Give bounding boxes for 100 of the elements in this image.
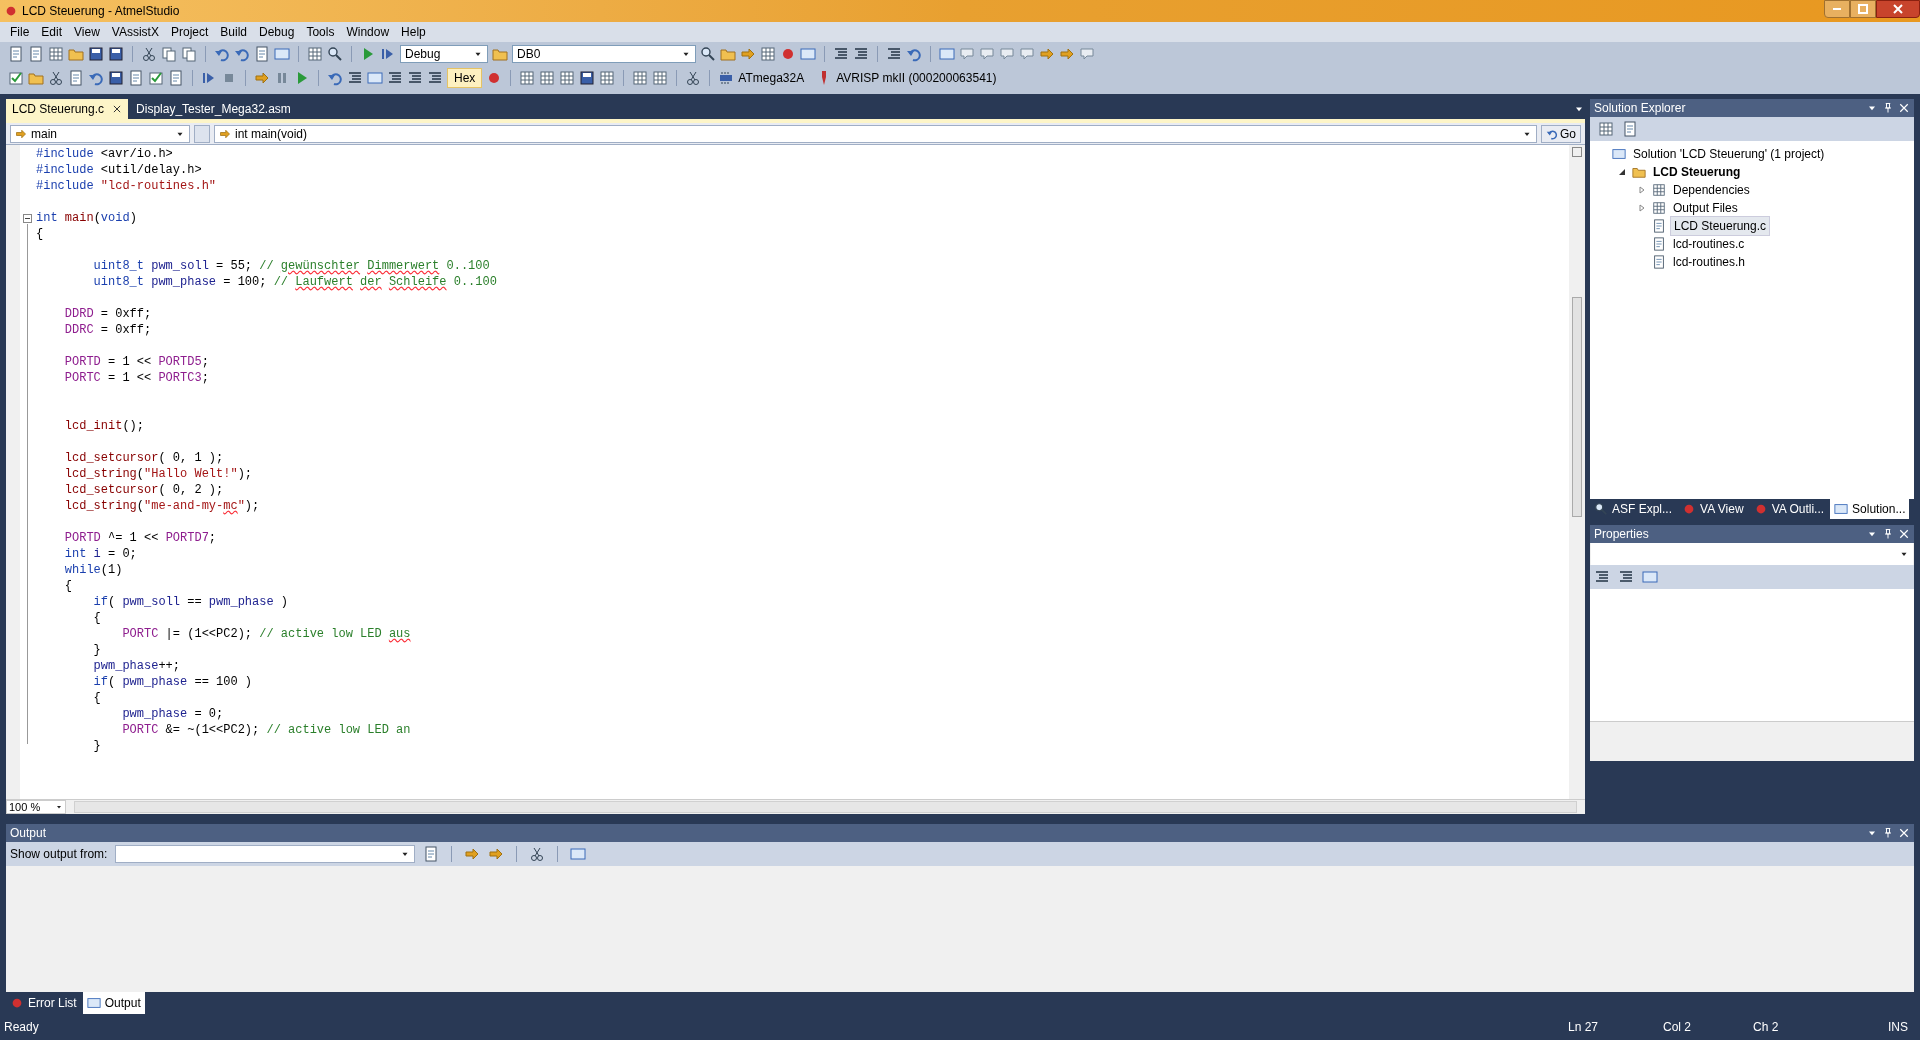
document-icon[interactable]: [8, 46, 24, 62]
zoom-dropdown[interactable]: 100 %: [6, 800, 66, 814]
collapse-toggle[interactable]: [23, 214, 32, 223]
tree-item[interactable]: Output Files: [1670, 199, 1741, 217]
cut-icon[interactable]: [48, 70, 64, 86]
text-lines-icon[interactable]: [427, 70, 443, 86]
pin-icon[interactable]: [1882, 528, 1894, 540]
arrow-icon[interactable]: [464, 846, 481, 862]
close-icon[interactable]: [1898, 528, 1910, 540]
cut-icon[interactable]: [141, 46, 157, 62]
pin-icon[interactable]: [1882, 102, 1894, 114]
window-icon[interactable]: [570, 846, 587, 862]
undo-icon[interactable]: [327, 70, 343, 86]
grid-icon[interactable]: [652, 70, 669, 86]
tree-item[interactable]: lcd-routines.h: [1670, 253, 1749, 271]
grid-icon[interactable]: [307, 46, 323, 62]
panel-tab[interactable]: VA View: [1678, 499, 1748, 519]
document-tab[interactable]: Display_Tester_Mega32.asm: [130, 99, 297, 119]
tree-item[interactable]: Solution 'LCD Steuerung' (1 project): [1630, 145, 1828, 163]
menu-item[interactable]: Help: [395, 23, 432, 41]
arrow-icon[interactable]: [488, 846, 505, 862]
panel-tab[interactable]: VA Outli...: [1749, 499, 1829, 519]
menu-item[interactable]: View: [68, 23, 106, 41]
output-source-dropdown[interactable]: [115, 845, 416, 863]
close-icon[interactable]: [112, 104, 123, 114]
tree-item[interactable]: lcd-routines.c: [1670, 235, 1748, 253]
scope-dropdown[interactable]: main: [10, 124, 190, 143]
comment-icon[interactable]: [1079, 46, 1095, 62]
tree-item[interactable]: LCD Steuerung: [1650, 163, 1744, 181]
text-lines-icon[interactable]: [407, 70, 423, 86]
grid-icon[interactable]: [48, 46, 64, 62]
grid-icon[interactable]: [760, 46, 776, 62]
configuration-dropdown[interactable]: Debug: [400, 45, 488, 63]
close-icon[interactable]: [1898, 102, 1910, 114]
arrow-icon[interactable]: [254, 70, 270, 86]
menu-item[interactable]: VAssistX: [105, 23, 165, 41]
document-icon[interactable]: [28, 46, 44, 62]
comment-icon[interactable]: [959, 46, 975, 62]
document-icon[interactable]: [254, 46, 270, 62]
panel-tab[interactable]: Output: [82, 992, 145, 1014]
save-icon[interactable]: [579, 70, 596, 86]
text-lines-icon[interactable]: [886, 46, 902, 62]
menu-item[interactable]: Tools: [300, 23, 341, 41]
window-icon[interactable]: [367, 70, 383, 86]
menu-item[interactable]: Edit: [35, 23, 69, 41]
platform-dropdown[interactable]: DB0: [512, 45, 696, 63]
undo-icon[interactable]: [906, 46, 922, 62]
menu-item[interactable]: Build: [214, 23, 253, 41]
search-icon[interactable]: [700, 46, 716, 62]
document-icon[interactable]: [168, 70, 184, 86]
tree-item[interactable]: Dependencies: [1670, 181, 1753, 199]
comment-icon[interactable]: [979, 46, 995, 62]
window-icon[interactable]: [939, 46, 955, 62]
document-tab[interactable]: LCD Steuerung.c: [6, 99, 129, 119]
text-lines-icon[interactable]: [853, 46, 869, 62]
checklist-icon[interactable]: [8, 70, 24, 86]
tree-item[interactable]: LCD Steuerung.c: [1670, 216, 1771, 236]
arrow-icon[interactable]: [1059, 46, 1075, 62]
pin-icon[interactable]: [1882, 827, 1894, 839]
categorized-icon[interactable]: [1594, 569, 1610, 585]
panel-tab[interactable]: Solution...: [1830, 499, 1910, 519]
properties-icon[interactable]: [1598, 121, 1614, 137]
window-icon[interactable]: [274, 46, 290, 62]
chip-icon[interactable]: [718, 70, 735, 86]
property-pages-icon[interactable]: [1642, 569, 1658, 585]
record-icon[interactable]: [780, 46, 796, 62]
save-icon[interactable]: [108, 70, 124, 86]
menu-item[interactable]: Project: [164, 23, 215, 41]
horizontal-scrollbar[interactable]: [74, 801, 1577, 813]
close-icon[interactable]: [1898, 827, 1910, 839]
document-icon[interactable]: [68, 70, 84, 86]
restore-button[interactable]: [1850, 0, 1876, 18]
sort-icon[interactable]: [1618, 569, 1634, 585]
panel-tab[interactable]: Error List: [6, 992, 81, 1014]
menu-item[interactable]: Window: [340, 23, 396, 41]
split-button[interactable]: [194, 124, 210, 143]
member-dropdown[interactable]: int main(void): [214, 124, 1537, 143]
menu-item[interactable]: File: [4, 23, 36, 41]
document-icon[interactable]: [423, 846, 440, 862]
save-icon[interactable]: [108, 46, 124, 62]
copy-icon[interactable]: [181, 46, 197, 62]
document-icon[interactable]: [1622, 121, 1638, 137]
grid-icon[interactable]: [632, 70, 649, 86]
copy-icon[interactable]: [161, 46, 177, 62]
folder-icon[interactable]: [492, 46, 508, 62]
text-lines-icon[interactable]: [347, 70, 363, 86]
window-icon[interactable]: [800, 46, 816, 62]
text-lines-icon[interactable]: [833, 46, 849, 62]
panel-tab[interactable]: ASF Expl...: [1590, 499, 1677, 519]
minimize-button[interactable]: [1824, 0, 1850, 18]
menu-item[interactable]: Debug: [253, 23, 301, 41]
go-button[interactable]: Go: [1541, 124, 1581, 143]
undo-icon[interactable]: [234, 46, 250, 62]
hex-button[interactable]: Hex: [447, 68, 483, 88]
search-icon[interactable]: [327, 46, 343, 62]
text-lines-icon[interactable]: [387, 70, 403, 86]
cut-icon[interactable]: [529, 846, 546, 862]
checklist-icon[interactable]: [148, 70, 164, 86]
grid-icon[interactable]: [519, 70, 536, 86]
arrow-icon[interactable]: [740, 46, 756, 62]
